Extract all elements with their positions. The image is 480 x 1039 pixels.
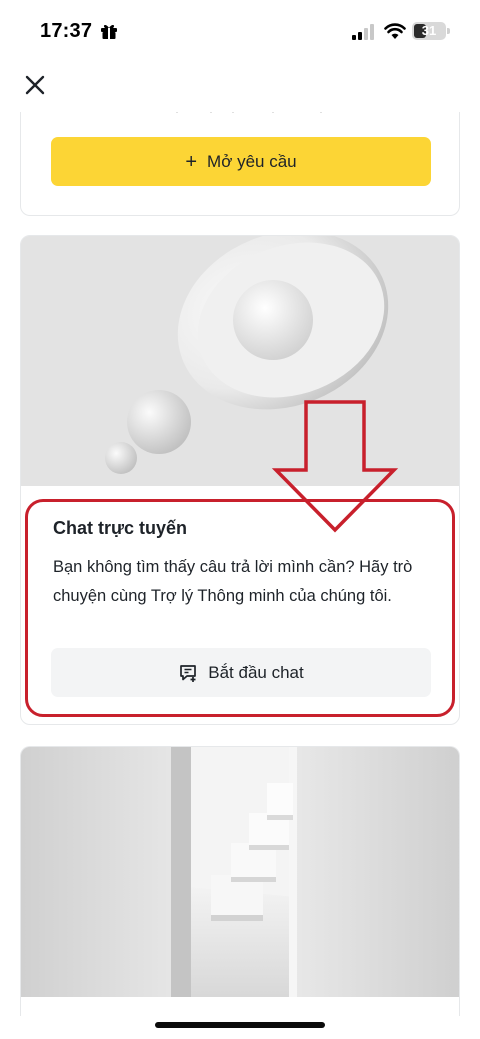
chat-add-icon: [180, 664, 197, 682]
clipped-text-remnant: [176, 112, 322, 113]
wifi-icon: [384, 23, 406, 39]
home-indicator[interactable]: [155, 1022, 325, 1028]
chat-title: Chat trực tuyến: [53, 518, 188, 538]
open-request-button[interactable]: + Mở yêu cầu: [51, 137, 431, 186]
request-card: + Mở yêu cầu: [20, 112, 460, 216]
signal-icon: [352, 24, 374, 40]
start-chat-button[interactable]: Bắt đầu chat: [51, 648, 431, 697]
stairs-illustration: [21, 747, 459, 997]
battery-percentage: 31: [421, 23, 437, 38]
close-icon[interactable]: [22, 72, 48, 98]
status-time: 17:37: [40, 20, 93, 42]
plus-icon: +: [185, 150, 198, 173]
start-chat-label: Bắt đầu chat: [208, 662, 304, 682]
gift-icon: [101, 24, 117, 39]
battery-icon: 31: [412, 22, 446, 40]
stairs-card: [20, 746, 460, 1016]
battery-tip: [447, 28, 450, 34]
chat-card: Chat trực tuyến Bạn không tìm thấy câu t…: [20, 235, 460, 725]
thought-bubble-illustration: [21, 236, 459, 486]
open-request-label: Mở yêu cầu: [207, 151, 297, 171]
status-bar: 17:37 31: [0, 0, 480, 62]
chat-description: Bạn không tìm thấy câu trả lời mình cần?…: [53, 558, 413, 605]
